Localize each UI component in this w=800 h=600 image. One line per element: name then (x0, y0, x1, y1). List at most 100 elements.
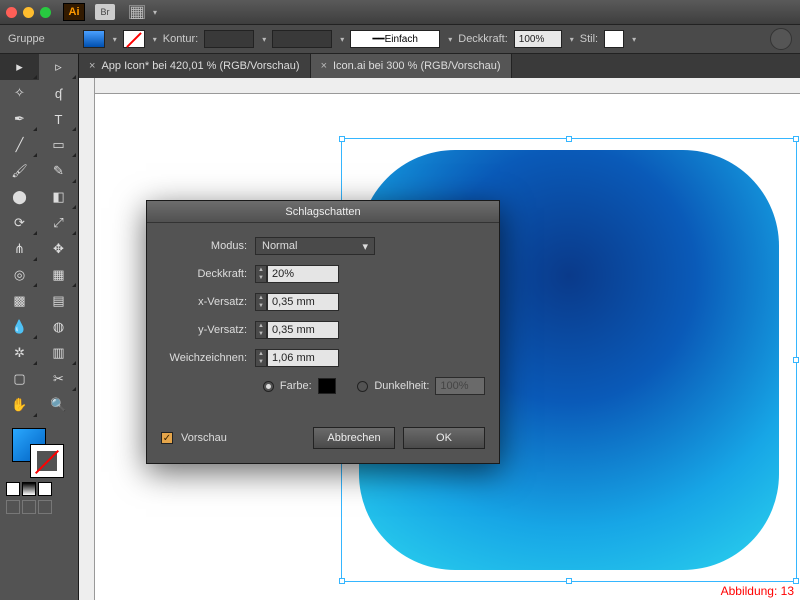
app-logo: Ai (63, 3, 85, 21)
preview-checkbox[interactable]: ✓ (161, 432, 173, 444)
resize-handle[interactable] (566, 136, 572, 142)
blur-input[interactable]: 1,06 mm (267, 349, 339, 367)
stroke-weight-dropdown[interactable] (204, 30, 254, 48)
shadow-color-swatch[interactable] (318, 378, 336, 394)
vertical-ruler (79, 78, 95, 600)
screen-mode-row (0, 498, 78, 516)
minimize-icon[interactable] (23, 7, 34, 18)
stroke-swatch[interactable] (123, 30, 145, 48)
resize-handle[interactable] (566, 578, 572, 584)
close-icon[interactable] (6, 7, 17, 18)
cancel-button[interactable]: Abbrechen (313, 427, 395, 449)
control-bar: Gruppe ▾ ▾ Kontur: ▾ ▾ ━━ Einfach▾ Deckk… (0, 24, 800, 54)
blend-tool[interactable]: ◍ (39, 314, 78, 340)
document-tabs: × App Icon* bei 420,01 % (RGB/Vorschau) … (79, 54, 800, 78)
dialog-opacity-input[interactable]: 20% (267, 265, 339, 283)
stroke-box[interactable] (30, 444, 64, 478)
color-label: Farbe: (280, 380, 312, 392)
ok-button[interactable]: OK (403, 427, 485, 449)
darkness-input: 100% (435, 377, 485, 395)
figure-caption: Abbildung: 13 (721, 584, 794, 598)
selection-type-label: Gruppe (8, 33, 45, 45)
y-offset-stepper[interactable]: ▲▼ (255, 321, 267, 339)
recolor-artwork-button[interactable] (770, 28, 792, 50)
symbol-sprayer-tool[interactable]: ✲ (0, 340, 39, 366)
dialog-title: Schlagschatten (147, 201, 499, 223)
variable-width-dropdown[interactable] (272, 30, 332, 48)
slice-tool[interactable]: ✂ (39, 366, 78, 392)
tab-label: App Icon* bei 420,01 % (RGB/Vorschau) (101, 60, 299, 72)
darkness-radio[interactable] (357, 381, 368, 392)
color-mode-row (0, 480, 78, 498)
magic-wand-tool[interactable]: ✧ (0, 80, 39, 106)
paintbrush-tool[interactable]: 🖌 (0, 158, 39, 184)
mode-dropdown[interactable]: Normal▾ (255, 237, 375, 255)
preview-label: Vorschau (181, 432, 227, 444)
drop-shadow-dialog: Schlagschatten Modus: Normal▾ Deckkraft:… (146, 200, 500, 464)
free-transform-tool[interactable]: ✥ (39, 236, 78, 262)
direct-selection-tool[interactable]: ▹ (39, 54, 78, 80)
resize-handle[interactable] (339, 136, 345, 142)
opacity-input[interactable]: 100% (514, 30, 562, 48)
blur-stepper[interactable]: ▲▼ (255, 349, 267, 367)
gradient-mode-button[interactable] (22, 482, 36, 496)
opacity-stepper[interactable]: ▲▼ (255, 265, 267, 283)
zoom-icon[interactable] (40, 7, 51, 18)
resize-handle[interactable] (339, 578, 345, 584)
x-offset-input[interactable]: 0,35 mm (267, 293, 339, 311)
mode-label: Modus: (161, 240, 255, 252)
tool-panel: ▸ ▹ ✧ ʠ ✒ T ╱ ▭ 🖌 ✎ ⬤ ◧ ⟳ ⤢ ⋔ ✥ ◎ ▦ ▩ ▤ … (0, 54, 79, 600)
artboard-tool[interactable]: ▢ (0, 366, 39, 392)
rectangle-tool[interactable]: ▭ (39, 132, 78, 158)
document-tab[interactable]: × App Icon* bei 420,01 % (RGB/Vorschau) (79, 54, 311, 78)
type-tool[interactable]: T (39, 106, 78, 132)
draw-behind-button[interactable] (22, 500, 36, 514)
close-tab-icon[interactable]: × (89, 60, 95, 72)
column-graph-tool[interactable]: ▥ (39, 340, 78, 366)
eraser-tool[interactable]: ◧ (39, 184, 78, 210)
color-radio[interactable] (263, 381, 274, 392)
scale-tool[interactable]: ⤢ (39, 210, 78, 236)
fill-swatch[interactable] (83, 30, 105, 48)
shape-builder-tool[interactable]: ◎ (0, 262, 39, 288)
rotate-tool[interactable]: ⟳ (0, 210, 39, 236)
brush-definition-dropdown[interactable]: ━━ Einfach (350, 30, 440, 48)
resize-handle[interactable] (793, 136, 799, 142)
eyedropper-tool[interactable]: 💧 (0, 314, 39, 340)
window-titlebar: Ai Br ▦▾ (0, 0, 800, 24)
draw-inside-button[interactable] (38, 500, 52, 514)
hand-tool[interactable]: ✋ (0, 392, 39, 418)
dialog-opacity-label: Deckkraft: (161, 268, 255, 280)
blob-brush-tool[interactable]: ⬤ (0, 184, 39, 210)
style-label: Stil: (580, 33, 598, 45)
bridge-button[interactable]: Br (95, 4, 115, 20)
close-tab-icon[interactable]: × (321, 60, 327, 72)
tab-label: Icon.ai bei 300 % (RGB/Vorschau) (333, 60, 501, 72)
selection-tool[interactable]: ▸ (0, 54, 39, 80)
arrange-documents-button[interactable]: ▦ (129, 5, 145, 19)
lasso-tool[interactable]: ʠ (39, 80, 78, 106)
gradient-tool[interactable]: ▤ (39, 288, 78, 314)
zoom-tool[interactable]: 🔍 (39, 392, 78, 418)
pen-tool[interactable]: ✒ (0, 106, 39, 132)
width-tool[interactable]: ⋔ (0, 236, 39, 262)
horizontal-ruler (95, 78, 800, 94)
mesh-tool[interactable]: ▩ (0, 288, 39, 314)
x-offset-label: x-Versatz: (161, 296, 255, 308)
pencil-tool[interactable]: ✎ (39, 158, 78, 184)
y-offset-label: y-Versatz: (161, 324, 255, 336)
window-controls (6, 7, 51, 18)
color-mode-button[interactable] (6, 482, 20, 496)
none-mode-button[interactable] (38, 482, 52, 496)
y-offset-input[interactable]: 0,35 mm (267, 321, 339, 339)
draw-normal-button[interactable] (6, 500, 20, 514)
stroke-label: Kontur: (163, 33, 198, 45)
opacity-label: Deckkraft: (458, 33, 508, 45)
graphic-style-dropdown[interactable] (604, 30, 624, 48)
fill-stroke-control[interactable] (0, 422, 78, 480)
document-tab[interactable]: × Icon.ai bei 300 % (RGB/Vorschau) (311, 54, 512, 78)
line-tool[interactable]: ╱ (0, 132, 39, 158)
perspective-grid-tool[interactable]: ▦ (39, 262, 78, 288)
resize-handle[interactable] (793, 357, 799, 363)
x-offset-stepper[interactable]: ▲▼ (255, 293, 267, 311)
